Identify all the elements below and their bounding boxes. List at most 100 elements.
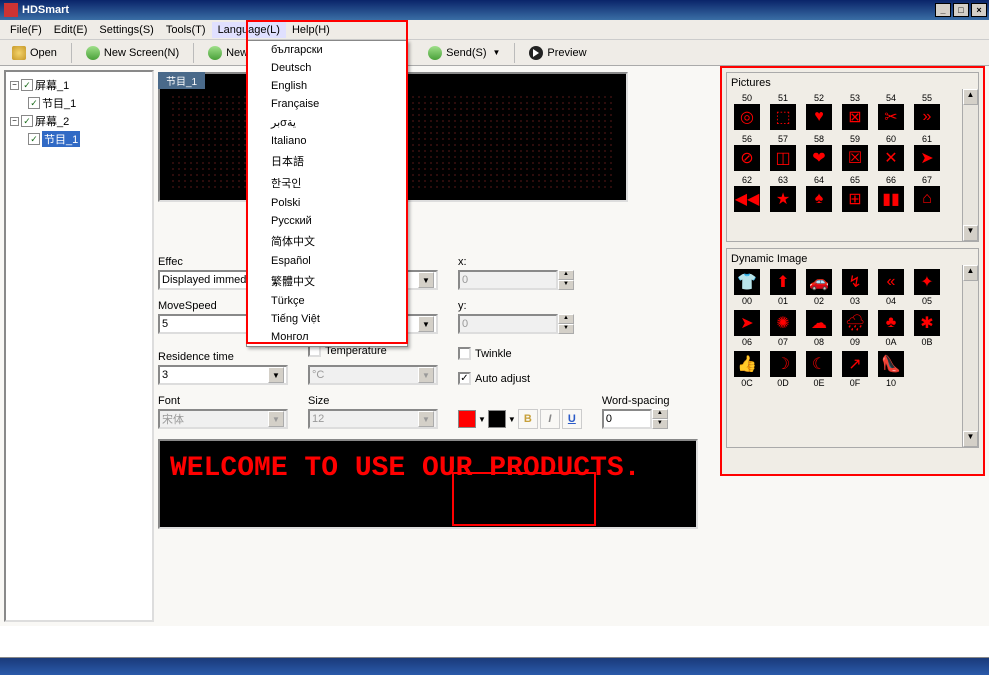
twinkle-checkbox[interactable]	[458, 347, 471, 360]
picture-item[interactable]: 64♠	[803, 175, 835, 212]
dynimage-item[interactable]: ↗0F	[839, 351, 871, 388]
picture-item[interactable]: 57◫	[767, 134, 799, 171]
picture-item[interactable]: 65⊞	[839, 175, 871, 212]
language-item[interactable]: Tiếng Việt	[247, 310, 407, 328]
dynimage-item[interactable]: ✱0B	[911, 310, 943, 347]
menu-settings[interactable]: Settings(S)	[93, 22, 159, 38]
dynimage-item[interactable]: ➤06	[731, 310, 763, 347]
dynimage-item[interactable]: 👕00	[731, 269, 763, 306]
picture-item[interactable]: 50◎	[731, 93, 763, 130]
menu-tools[interactable]: Tools(T)	[160, 22, 212, 38]
wordspacing-input[interactable]: 0	[602, 409, 652, 429]
minimize-button[interactable]: _	[935, 3, 951, 17]
menu-file[interactable]: File(F)	[4, 22, 48, 38]
status-bar	[0, 657, 989, 675]
menu-help[interactable]: Help(H)	[286, 22, 336, 38]
dynimage-item[interactable]: 👍0C	[731, 351, 763, 388]
language-item[interactable]: Русский	[247, 212, 407, 230]
dynimage-item[interactable]: 👠10	[875, 351, 907, 388]
language-item[interactable]: برσية	[247, 113, 407, 132]
app-title: HDSmart	[22, 4, 69, 16]
size-combo[interactable]: 12▼	[308, 409, 438, 429]
send-icon	[428, 46, 442, 60]
language-item[interactable]: Française	[247, 95, 407, 113]
title-bar: HDSmart _ □ ×	[0, 0, 989, 20]
x-input[interactable]: 0	[458, 270, 558, 290]
language-item[interactable]: български	[247, 41, 407, 59]
language-item[interactable]: Italiano	[247, 132, 407, 150]
language-item[interactable]: Español	[247, 252, 407, 270]
language-item[interactable]: Монгол	[247, 328, 407, 346]
dynimage-item[interactable]: ⬆01	[767, 269, 799, 306]
dynimage-item[interactable]: 🚗02	[803, 269, 835, 306]
autoadjust-checkbox[interactable]: ✓	[458, 372, 471, 385]
bold-button[interactable]: B	[518, 409, 538, 429]
pictures-label: Pictures	[731, 77, 974, 89]
picture-item[interactable]: 53⊠	[839, 93, 871, 130]
message-textarea[interactable]: WELCOME TO USE OUR PRODUCTS.	[158, 439, 698, 529]
picture-item[interactable]: 55»	[911, 93, 943, 130]
preview-button[interactable]: Preview	[523, 44, 592, 62]
language-item[interactable]: 繁體中文	[247, 270, 407, 292]
y-spinner[interactable]: ▲▼	[558, 314, 574, 334]
picture-item[interactable]: 66▮▮	[875, 175, 907, 212]
picture-item[interactable]: 54✂	[875, 93, 907, 130]
dynimage-item[interactable]: ♣0A	[875, 310, 907, 347]
font-combo[interactable]: 宋体▼	[158, 409, 288, 429]
y-input[interactable]: 0	[458, 314, 558, 334]
text-color-button[interactable]	[458, 410, 476, 428]
autoadjust-label: Auto adjust	[475, 373, 530, 385]
language-item[interactable]: Türkçe	[247, 292, 407, 310]
size-label: Size	[308, 395, 438, 407]
menu-edit[interactable]: Edit(E)	[48, 22, 94, 38]
language-item[interactable]: 한국인	[247, 172, 407, 194]
language-item[interactable]: 简体中文	[247, 230, 407, 252]
tree-screen-2[interactable]: −✓屏幕_2	[10, 112, 148, 130]
dynimage-item[interactable]: ✺07	[767, 310, 799, 347]
language-item[interactable]: 日本語	[247, 150, 407, 172]
language-menu[interactable]: българскиDeutschEnglishFrançaiseبرσيةIta…	[246, 40, 408, 347]
pictures-scrollbar[interactable]: ▲▼	[962, 89, 978, 241]
dynimage-item[interactable]: ☁08	[803, 310, 835, 347]
residence-label: Residence time	[158, 351, 288, 363]
language-item[interactable]: Polski	[247, 194, 407, 212]
menu-bar: File(F) Edit(E) Settings(S) Tools(T) Lan…	[0, 20, 989, 40]
dynimage-item[interactable]: ↯03	[839, 269, 871, 306]
wordspacing-spinner[interactable]: ▲▼	[652, 409, 668, 429]
open-button[interactable]: Open	[6, 44, 63, 62]
picture-item[interactable]: 52♥	[803, 93, 835, 130]
new-icon	[208, 46, 222, 60]
picture-item[interactable]: 61➤	[911, 134, 943, 171]
dynimage-item[interactable]: ☽0D	[767, 351, 799, 388]
screen-tree[interactable]: −✓屏幕_1 ✓节目_1 −✓屏幕_2 ✓节目_1	[4, 70, 154, 622]
italic-button[interactable]: I	[540, 409, 560, 429]
tree-screen-1[interactable]: −✓屏幕_1	[10, 76, 148, 94]
dynimage-item[interactable]: «04	[875, 269, 907, 306]
x-spinner[interactable]: ▲▼	[558, 270, 574, 290]
language-item[interactable]: English	[247, 77, 407, 95]
temperature-unit-combo[interactable]: °C▼	[308, 365, 438, 385]
tree-program-2-1[interactable]: ✓节目_1	[28, 130, 148, 148]
new-screen-button[interactable]: New Screen(N)	[80, 44, 185, 62]
picture-item[interactable]: 63★	[767, 175, 799, 212]
dynimage-scrollbar[interactable]: ▲▼	[962, 265, 978, 447]
picture-item[interactable]: 59☒	[839, 134, 871, 171]
tree-program-1-1[interactable]: ✓节目_1	[28, 94, 148, 112]
menu-language[interactable]: Language(L)	[212, 22, 286, 38]
picture-item[interactable]: 62◀◀	[731, 175, 763, 212]
picture-item[interactable]: 58❤	[803, 134, 835, 171]
dynimage-item[interactable]: ✦05	[911, 269, 943, 306]
dynimage-item[interactable]: 🌧09	[839, 310, 871, 347]
maximize-button[interactable]: □	[953, 3, 969, 17]
send-button[interactable]: Send(S)▼	[422, 44, 506, 62]
language-item[interactable]: Deutsch	[247, 59, 407, 77]
picture-item[interactable]: 51⬚	[767, 93, 799, 130]
close-button[interactable]: ×	[971, 3, 987, 17]
underline-button[interactable]: U	[562, 409, 582, 429]
picture-item[interactable]: 67⌂	[911, 175, 943, 212]
residence-combo[interactable]: 3▼	[158, 365, 288, 385]
bg-color-button[interactable]	[488, 410, 506, 428]
dynimage-item[interactable]: ☾0E	[803, 351, 835, 388]
picture-item[interactable]: 56⊘	[731, 134, 763, 171]
picture-item[interactable]: 60✕	[875, 134, 907, 171]
